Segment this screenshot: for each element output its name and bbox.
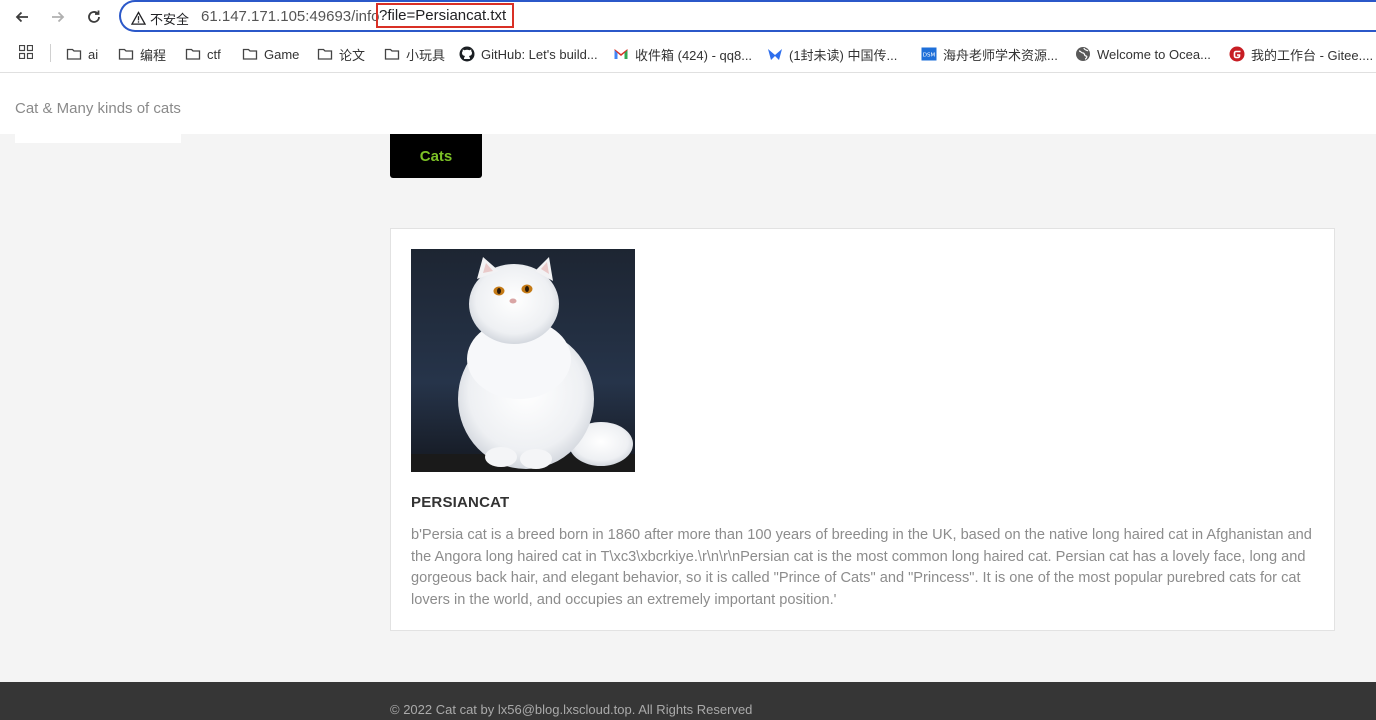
folder-icon bbox=[242, 48, 258, 60]
url-text[interactable]: 61.147.171.105:49693/info bbox=[201, 8, 380, 25]
bookmark-label: Game bbox=[264, 46, 300, 62]
forward-button[interactable] bbox=[46, 5, 70, 29]
address-bar[interactable]: 不安全 61.147.171.105:49693/info ?file=Pers… bbox=[119, 0, 1376, 32]
folder-icon bbox=[317, 48, 333, 60]
bookmark-label: 我的工作台 - Gitee.... bbox=[1251, 47, 1374, 63]
bookmark-label: Welcome to Ocea... bbox=[1097, 46, 1211, 62]
bookmark-label: 小玩具 bbox=[406, 47, 446, 63]
bookmark-folder-ctf[interactable]: ctf bbox=[185, 44, 221, 64]
nav-tab-cats[interactable]: Cats bbox=[390, 134, 482, 178]
bookmark-folder-ai[interactable]: ai bbox=[66, 44, 98, 64]
dsm-icon: DSM bbox=[921, 47, 937, 61]
globe-icon bbox=[1076, 47, 1090, 61]
folder-icon bbox=[66, 48, 82, 60]
footer-copyright: © 2022 Cat cat by lx56@blog.lxscloud.top… bbox=[390, 702, 753, 717]
github-icon bbox=[459, 46, 475, 62]
mail-icon bbox=[768, 49, 782, 60]
warning-icon bbox=[131, 10, 146, 25]
arrow-right-icon bbox=[52, 11, 65, 23]
article-title: PERSIANCAT bbox=[411, 494, 510, 511]
bookmark-github[interactable]: GitHub: Let's build... bbox=[459, 44, 598, 64]
bookmark-folder-papers[interactable]: 论文 bbox=[317, 44, 365, 64]
folder-icon bbox=[384, 48, 400, 60]
bookmark-folder-toys[interactable]: 小玩具 bbox=[384, 44, 445, 64]
browser-toolbar: 不安全 61.147.171.105:49693/info ?file=Pers… bbox=[0, 0, 1376, 34]
bookmark-label: 收件箱 (424) - qq8... bbox=[635, 47, 753, 63]
folder-icon bbox=[118, 48, 134, 60]
apps-grid-icon[interactable] bbox=[19, 45, 33, 59]
bookmark-gitee[interactable]: 我的工作台 - Gitee.... bbox=[1229, 44, 1373, 64]
bookmark-folder-game[interactable]: Game bbox=[242, 44, 299, 64]
svg-text:DSM: DSM bbox=[923, 53, 936, 59]
bookmark-dsm[interactable]: DSM 海舟老师学术资源... bbox=[921, 44, 1058, 64]
cat-card: PERSIANCAT b'Persia cat is a breed born … bbox=[390, 228, 1335, 631]
article-description: b'Persia cat is a breed born in 1860 aft… bbox=[411, 527, 1312, 608]
bookmark-label: ai bbox=[88, 46, 99, 62]
security-label: 不安全 bbox=[150, 11, 190, 27]
bookmark-label: GitHub: Let's build... bbox=[481, 46, 598, 62]
bookmark-folder-programming[interactable]: 编程 bbox=[118, 44, 166, 64]
gitee-icon bbox=[1229, 46, 1245, 62]
bookmark-mail[interactable]: (1封未读) 中国传... bbox=[767, 44, 897, 64]
persian-cat-image bbox=[411, 249, 635, 472]
bookmark-gmail[interactable]: 收件箱 (424) - qq8... bbox=[613, 44, 752, 64]
site-brand[interactable]: Cat & Many kinds of cats bbox=[15, 100, 181, 117]
reload-button[interactable] bbox=[82, 5, 106, 29]
bookmark-label: 论文 bbox=[339, 47, 366, 63]
bookmark-label: (1封未读) 中国传... bbox=[789, 47, 898, 63]
site-header bbox=[0, 73, 1376, 134]
bookmark-ocean[interactable]: Welcome to Ocea... bbox=[1075, 44, 1211, 64]
back-button[interactable] bbox=[10, 5, 34, 29]
bookmark-label: 编程 bbox=[140, 47, 167, 63]
reload-icon bbox=[88, 10, 100, 23]
security-indicator[interactable]: 不安全 bbox=[131, 8, 189, 28]
url-query-highlight[interactable]: ?file=Persiancat.txt bbox=[376, 3, 515, 28]
bookmark-label: ctf bbox=[207, 46, 221, 62]
arrow-left-icon bbox=[15, 11, 28, 23]
gmail-icon bbox=[614, 49, 628, 59]
bookmark-label: 海舟老师学术资源... bbox=[943, 47, 1058, 63]
folder-icon bbox=[185, 48, 201, 60]
bookmarks-divider bbox=[50, 44, 51, 62]
